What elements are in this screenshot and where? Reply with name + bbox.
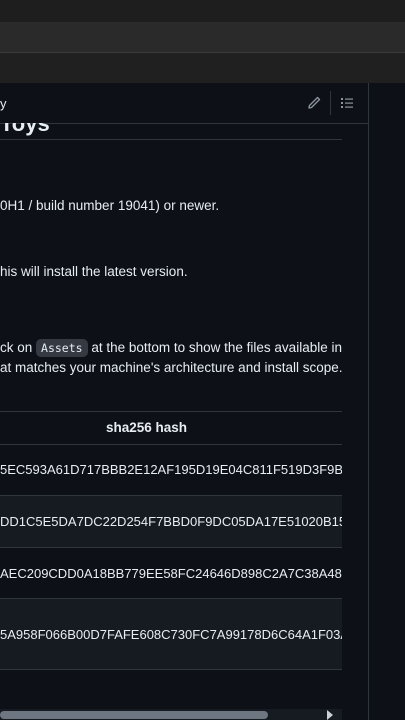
architecture-text: at matches your machine's architecture a… (0, 360, 342, 375)
hash-cell: 5A958F066B00D7FAFE608C730FC7A99178D6C64A… (0, 627, 342, 642)
assets-text-pre: ck on (0, 340, 37, 355)
assets-text: ck on Assets at the bottom to show the f… (0, 339, 342, 357)
readme-header: y (0, 83, 368, 124)
section-heading: Toys (0, 123, 50, 136)
assets-code: Assets (36, 339, 88, 357)
browser-title-bar (0, 0, 405, 22)
table-row: AEC209CDD0A18BB779EE58FC24646D898C2A7C38… (0, 548, 342, 599)
list-unordered-icon[interactable] (339, 95, 355, 111)
readme-title: y (0, 96, 7, 111)
table-row: DD1C5E5DA7DC22D254F7BBD0F9DC05DA17E51020… (0, 496, 342, 548)
readme-panel: y Toys 0H1 / build number 19041) or newe… (0, 83, 369, 720)
requirements-text: 0H1 / build number 19041) or newer. (0, 198, 220, 213)
table-header: sha256 hash (0, 412, 342, 445)
hash-table: sha256 hash 5EC593A61D717BBB2E12AF195D19… (0, 411, 342, 670)
browser-toolbar (0, 53, 405, 84)
right-side-panel (369, 83, 405, 720)
hash-cell: AEC209CDD0A18BB779EE58FC24646D898C2A7C38… (0, 566, 342, 581)
hash-cell: DD1C5E5DA7DC22D254F7BBD0F9DC05DA17E51020… (0, 514, 342, 529)
table-row: 5A958F066B00D7FAFE608C730FC7A99178D6C64A… (0, 599, 342, 670)
scrollbar-thumb[interactable] (0, 711, 268, 719)
readme-content: Toys 0H1 / build number 19041) or newer.… (0, 123, 342, 720)
hash-column-header: sha256 hash (106, 420, 188, 435)
assets-text-post: at the bottom to show the files availabl… (87, 340, 342, 355)
table-row: 5EC593A61D717BBB2E12AF195D19E04C811F519D… (0, 445, 342, 496)
hash-cell: 5EC593A61D717BBB2E12AF195D19E04C811F519D… (0, 462, 342, 477)
header-divider (330, 91, 331, 115)
scroll-right-arrow-icon[interactable] (327, 710, 333, 720)
pencil-icon[interactable] (306, 95, 322, 111)
table-horizontal-scrollbar[interactable] (0, 709, 342, 720)
heading-divider (0, 139, 342, 140)
browser-tab-bar (0, 22, 405, 53)
install-text: his will install the latest version. (0, 264, 188, 279)
